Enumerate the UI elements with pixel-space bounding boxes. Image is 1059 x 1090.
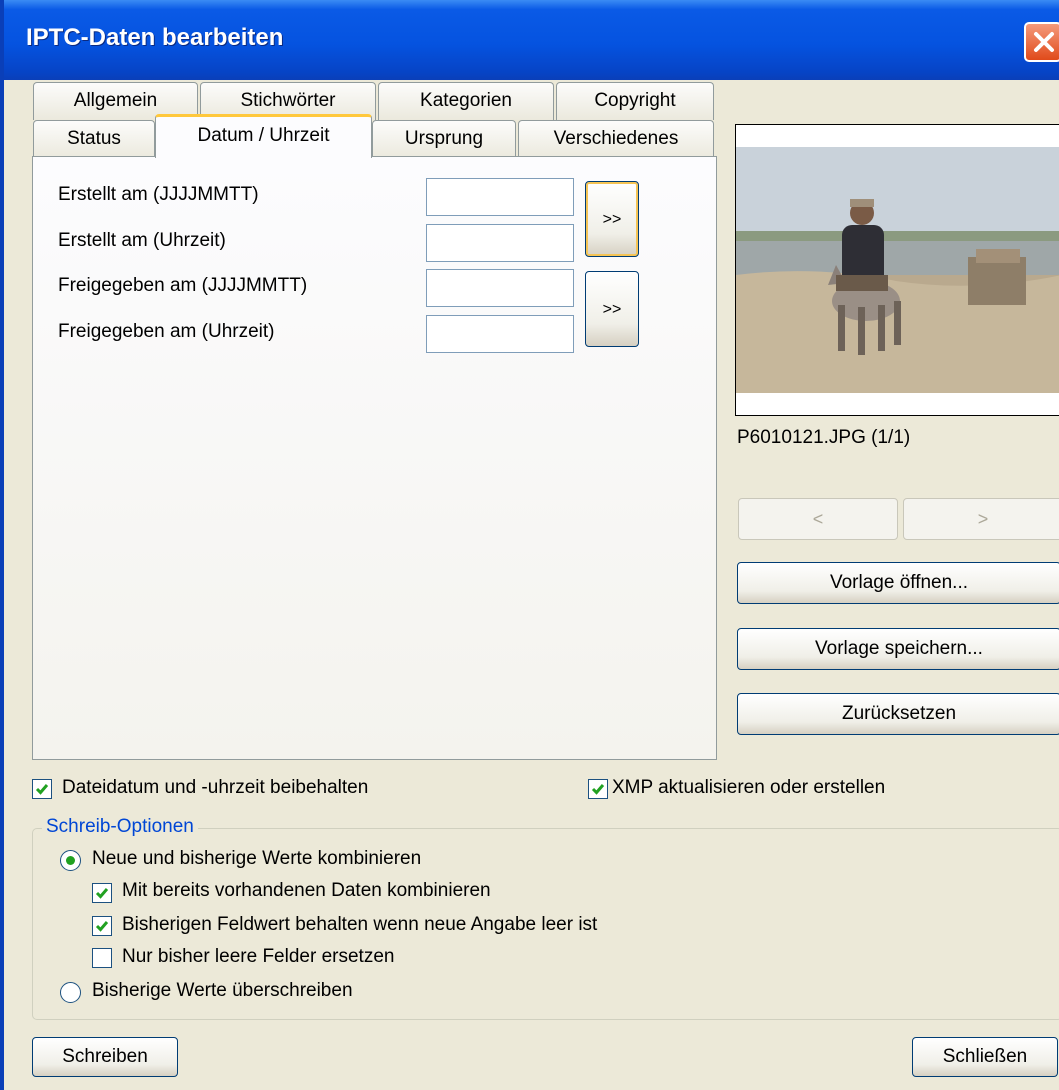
preview-filename: P6010121.JPG (1/1)	[737, 427, 911, 448]
close-icon	[1034, 32, 1054, 52]
fill-created-button[interactable]: >>	[585, 181, 639, 257]
update-xmp-checkbox[interactable]	[588, 779, 608, 799]
close-button[interactable]: Schließen	[912, 1037, 1058, 1077]
released-time-field[interactable]	[426, 315, 574, 353]
image-preview	[735, 124, 1059, 416]
title-bar[interactable]: IPTC-Daten bearbeiten	[4, 0, 1059, 80]
photo-thumbnail	[736, 125, 1059, 415]
created-time-field[interactable]	[426, 224, 574, 262]
overwrite-values-radio[interactable]	[60, 982, 81, 1003]
tab-copyright[interactable]: Copyright	[556, 82, 714, 120]
checkmark-icon	[95, 888, 109, 899]
released-time-label: Freigegeben am (Uhrzeit)	[58, 321, 275, 342]
created-date-label: Erstellt am (JJJJMMTT)	[58, 184, 259, 205]
open-template-button[interactable]: Vorlage öffnen...	[737, 562, 1059, 604]
created-date-field[interactable]	[426, 178, 574, 216]
update-xmp-label: XMP aktualisieren oder erstellen	[612, 777, 886, 798]
created-time-label: Erstellt am (Uhrzeit)	[58, 230, 226, 251]
reset-button[interactable]: Zurücksetzen	[737, 693, 1059, 735]
keep-file-date-label: Dateidatum und -uhrzeit beibehalten	[62, 777, 369, 798]
fill-released-button[interactable]: >>	[585, 271, 639, 347]
released-date-field[interactable]	[426, 269, 574, 307]
tab-kategorien[interactable]: Kategorien	[378, 82, 554, 120]
overwrite-values-label: Bisherige Werte überschreiben	[92, 980, 353, 1001]
tab-ursprung[interactable]: Ursprung	[372, 120, 516, 158]
tab-verschiedenes[interactable]: Verschiedenes	[518, 120, 714, 158]
tab-datum-uhrzeit[interactable]: Datum / Uhrzeit	[155, 114, 372, 158]
previous-image-button[interactable]: <	[738, 498, 898, 540]
combine-values-label: Neue und bisherige Werte kombinieren	[92, 848, 422, 869]
keep-file-date-checkbox[interactable]	[32, 779, 52, 799]
replace-empty-checkbox[interactable]	[92, 948, 112, 968]
keep-value-checkbox[interactable]	[92, 916, 112, 936]
save-template-button[interactable]: Vorlage speichern...	[737, 628, 1059, 670]
checkmark-icon	[591, 784, 605, 795]
next-image-button[interactable]: >	[903, 498, 1059, 540]
checkmark-icon	[95, 921, 109, 932]
iptc-dialog-window: IPTC-Daten bearbeiten Allgemein Stichwör…	[0, 0, 1059, 1090]
combine-values-radio[interactable]	[60, 850, 81, 871]
checkmark-icon	[35, 784, 49, 795]
replace-empty-label: Nur bisher leere Felder ersetzen	[122, 946, 395, 967]
write-options-title: Schreib-Optionen	[42, 816, 198, 838]
combine-existing-label: Mit bereits vorhandenen Daten kombiniere…	[122, 880, 491, 901]
close-window-button[interactable]	[1024, 22, 1059, 62]
released-date-label: Freigegeben am (JJJJMMTT)	[58, 275, 308, 296]
tab-status[interactable]: Status	[33, 120, 155, 158]
combine-existing-checkbox[interactable]	[92, 883, 112, 903]
keep-value-label: Bisherigen Feldwert behalten wenn neue A…	[122, 914, 598, 935]
window-title: IPTC-Daten bearbeiten	[26, 24, 284, 51]
tab-panel-datum: Erstellt am (JJJJMMTT) Erstellt am (Uhrz…	[32, 156, 717, 760]
write-button[interactable]: Schreiben	[32, 1037, 178, 1077]
